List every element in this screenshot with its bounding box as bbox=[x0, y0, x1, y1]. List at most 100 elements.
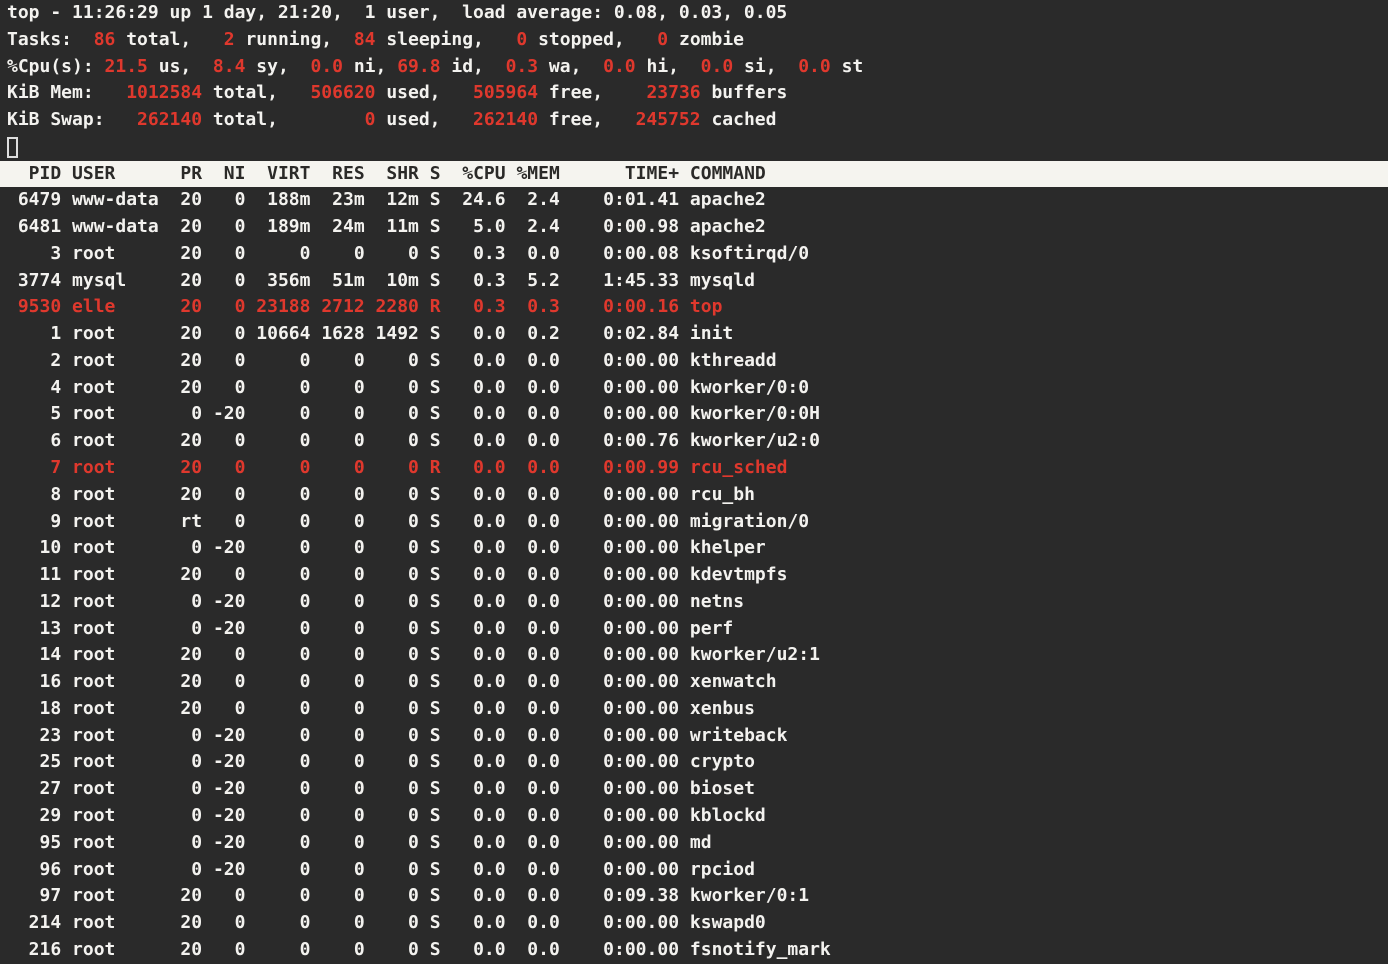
cell-shr: 0 bbox=[376, 751, 419, 772]
cell-s: S bbox=[430, 216, 441, 237]
stat-value: 0.0 bbox=[300, 56, 343, 77]
cell-time: 0:00.16 bbox=[582, 296, 680, 317]
cell-cpu: 0.0 bbox=[451, 323, 505, 344]
cell-pid: 7 bbox=[7, 457, 61, 478]
cell-ni: 0 bbox=[213, 644, 246, 665]
stat-value: 0 bbox=[506, 29, 528, 50]
stat-label: cached bbox=[701, 109, 777, 130]
cell-pr: 0 bbox=[170, 537, 203, 558]
cell-res: 0 bbox=[321, 885, 364, 906]
process-row: 214 root 20 0 0 0 0 S 0.0 0.0 0:00.00 ks… bbox=[0, 910, 1388, 937]
cell-ni: -20 bbox=[213, 805, 246, 826]
cell-ni: 0 bbox=[213, 216, 246, 237]
stat-value: 262140 bbox=[115, 109, 202, 130]
cell-pid: 27 bbox=[7, 778, 61, 799]
process-row: 4 root 20 0 0 0 0 S 0.0 0.0 0:00.00 kwor… bbox=[0, 375, 1388, 402]
cell-res: 0 bbox=[321, 725, 364, 746]
cell-shr: 0 bbox=[376, 243, 419, 264]
cell-cpu: 0.0 bbox=[451, 725, 505, 746]
cell-pid: 25 bbox=[7, 751, 61, 772]
process-row: 23 root 0 -20 0 0 0 S 0.0 0.0 0:00.00 wr… bbox=[0, 723, 1388, 750]
cell-pid: 3774 bbox=[7, 270, 61, 291]
cell-pid: 29 bbox=[7, 805, 61, 826]
terminal-screen[interactable]: top - 11:26:29 up 1 day, 21:20, 1 user, … bbox=[0, 0, 1388, 964]
cell-s: S bbox=[430, 805, 441, 826]
cell-cpu: 0.0 bbox=[451, 912, 505, 933]
cell-cpu: 0.0 bbox=[451, 511, 505, 532]
cell-s: S bbox=[430, 939, 441, 960]
stat-value: 21.5 bbox=[105, 56, 148, 77]
stat-label: running, bbox=[235, 29, 343, 50]
cell-pr: 0 bbox=[170, 725, 203, 746]
cell-user: root bbox=[72, 403, 159, 424]
cell-mem: 0.0 bbox=[516, 350, 559, 371]
cell-command: xenwatch bbox=[690, 671, 777, 692]
cell-time: 0:00.00 bbox=[582, 511, 680, 532]
cell-command: md bbox=[690, 832, 712, 853]
cell-command: migration/0 bbox=[690, 511, 809, 532]
cell-command: rcu_sched bbox=[690, 457, 788, 478]
stat-label: KiB Mem: bbox=[7, 82, 105, 103]
stat-value: 86 bbox=[83, 29, 116, 50]
process-row: 7 root 20 0 0 0 0 R 0.0 0.0 0:00.99 rcu_… bbox=[0, 455, 1388, 482]
cell-command: apache2 bbox=[690, 216, 766, 237]
cell-pid: 4 bbox=[7, 377, 61, 398]
cell-shr: 0 bbox=[376, 671, 419, 692]
cell-pid: 5 bbox=[7, 403, 61, 424]
cell-virt: 0 bbox=[256, 644, 310, 665]
cell-pid: 6479 bbox=[7, 189, 61, 210]
cell-mem: 0.0 bbox=[516, 644, 559, 665]
cell-command: kblockd bbox=[690, 805, 766, 826]
cell-s: S bbox=[430, 591, 441, 612]
cell-cpu: 0.0 bbox=[451, 484, 505, 505]
cell-virt: 0 bbox=[256, 698, 310, 719]
process-row: 9 root rt 0 0 0 0 S 0.0 0.0 0:00.00 migr… bbox=[0, 509, 1388, 536]
cell-pid: 16 bbox=[7, 671, 61, 692]
process-row: 1 root 20 0 10664 1628 1492 S 0.0 0.2 0:… bbox=[0, 321, 1388, 348]
cell-ni: -20 bbox=[213, 591, 246, 612]
cell-virt: 0 bbox=[256, 377, 310, 398]
cell-ni: 0 bbox=[213, 243, 246, 264]
cell-shr: 0 bbox=[376, 511, 419, 532]
cell-mem: 2.4 bbox=[516, 216, 559, 237]
cell-ni: 0 bbox=[213, 885, 246, 906]
process-row: 10 root 0 -20 0 0 0 S 0.0 0.0 0:00.00 kh… bbox=[0, 535, 1388, 562]
cell-virt: 0 bbox=[256, 912, 310, 933]
cell-pid: 3 bbox=[7, 243, 61, 264]
cell-ni: 0 bbox=[213, 484, 246, 505]
cell-time: 1:45.33 bbox=[582, 270, 680, 291]
cell-command: khelper bbox=[690, 537, 766, 558]
stat-label: KiB Swap: bbox=[7, 109, 115, 130]
process-row: 27 root 0 -20 0 0 0 S 0.0 0.0 0:00.00 bi… bbox=[0, 776, 1388, 803]
cell-mem: 0.0 bbox=[516, 430, 559, 451]
stat-label: id, bbox=[441, 56, 495, 77]
cell-virt: 0 bbox=[256, 751, 310, 772]
column-header-time: TIME+ bbox=[582, 163, 680, 184]
cell-cpu: 0.0 bbox=[451, 403, 505, 424]
cell-time: 0:00.00 bbox=[582, 591, 680, 612]
column-header-command: COMMAND bbox=[690, 163, 766, 184]
cell-virt: 0 bbox=[256, 350, 310, 371]
cell-res: 0 bbox=[321, 564, 364, 585]
cell-user: root bbox=[72, 591, 159, 612]
cell-virt: 356m bbox=[256, 270, 310, 291]
cell-pid: 12 bbox=[7, 591, 61, 612]
cell-time: 0:00.00 bbox=[582, 859, 680, 880]
cell-user: root bbox=[72, 323, 159, 344]
stat-value: 0.0 bbox=[690, 56, 733, 77]
cell-user: root bbox=[72, 778, 159, 799]
cell-pid: 6481 bbox=[7, 216, 61, 237]
stat-value: 0 bbox=[289, 109, 376, 130]
cell-shr: 0 bbox=[376, 859, 419, 880]
stat-label: zombie bbox=[668, 29, 744, 50]
process-row: 25 root 0 -20 0 0 0 S 0.0 0.0 0:00.00 cr… bbox=[0, 749, 1388, 776]
stat-value: 1012584 bbox=[105, 82, 203, 103]
stat-label: total, bbox=[115, 29, 213, 50]
stat-label: total, bbox=[202, 109, 289, 130]
cell-cpu: 0.0 bbox=[451, 832, 505, 853]
column-header-res: RES bbox=[321, 163, 364, 184]
cell-shr: 0 bbox=[376, 698, 419, 719]
cell-shr: 0 bbox=[376, 832, 419, 853]
cell-s: S bbox=[430, 350, 441, 371]
process-row: 3774 mysql 20 0 356m 51m 10m S 0.3 5.2 1… bbox=[0, 268, 1388, 295]
